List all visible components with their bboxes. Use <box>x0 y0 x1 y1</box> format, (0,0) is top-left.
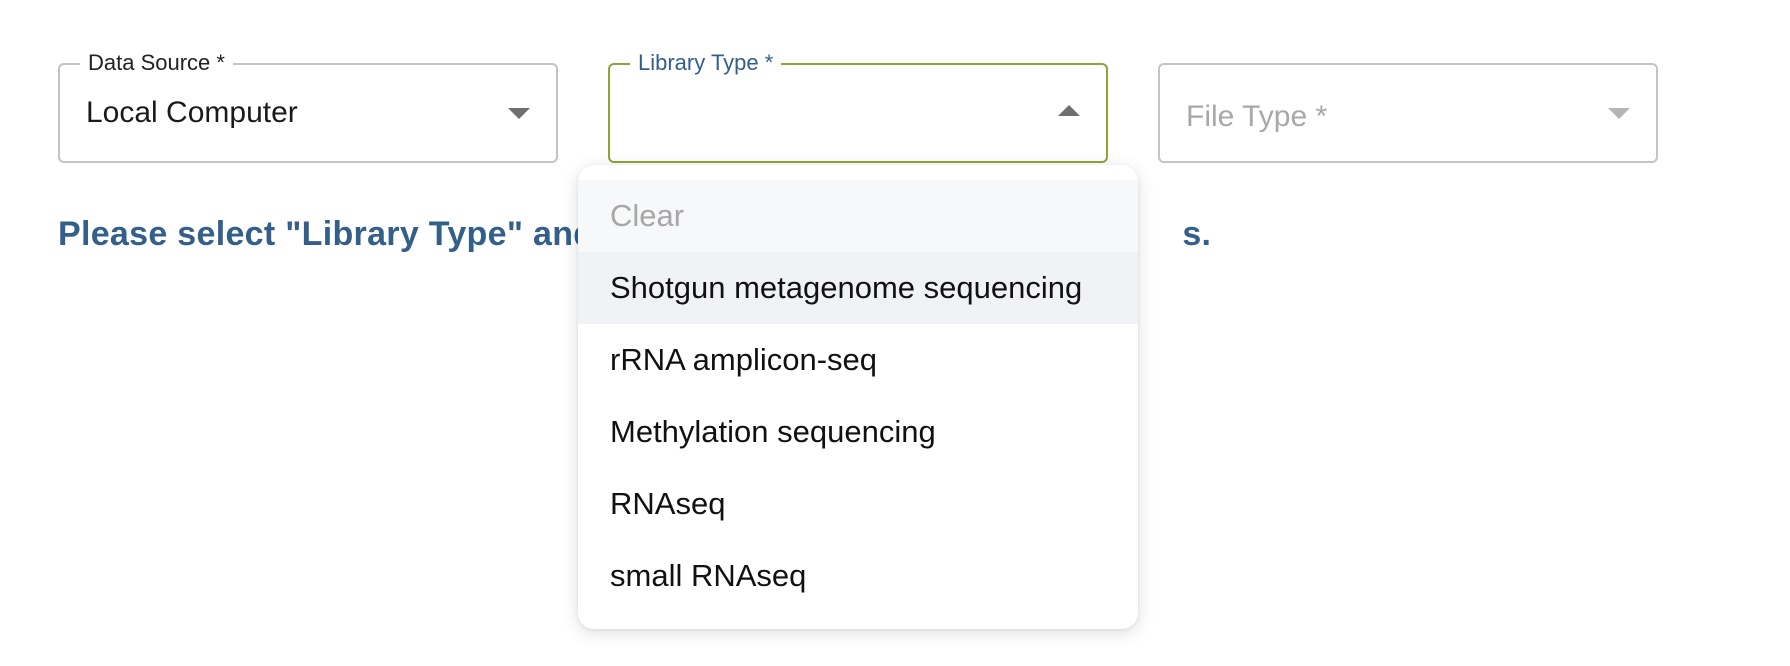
chevron-down-icon[interactable] <box>1608 108 1630 119</box>
dropdown-clear-option[interactable]: Clear <box>578 180 1138 252</box>
dropdown-option-methylation[interactable]: Methylation sequencing <box>578 396 1138 468</box>
chevron-down-icon[interactable] <box>508 108 530 119</box>
library-type-dropdown: Clear Shotgun metagenome sequencing rRNA… <box>578 165 1138 629</box>
hint-text-right: s. <box>1182 215 1212 253</box>
data-source-select[interactable]: Data Source * Local Computer <box>58 50 558 163</box>
library-type-select[interactable]: Library Type * <box>608 50 1108 163</box>
dropdown-option-small-rnaseq[interactable]: small RNAseq <box>578 540 1138 612</box>
dropdown-option-rnaseq[interactable]: RNAseq <box>578 468 1138 540</box>
file-type-select[interactable]: File Type * <box>1158 63 1658 163</box>
chevron-up-icon[interactable] <box>1058 105 1080 116</box>
file-type-placeholder: File Type * <box>1186 100 1328 133</box>
dropdown-option-rrna-amplicon[interactable]: rRNA amplicon-seq <box>578 324 1138 396</box>
data-source-value: Local Computer <box>86 96 298 129</box>
data-source-label: Data Source * <box>80 50 233 76</box>
upload-form: Data Source * Local Computer Library Typ… <box>0 0 1790 666</box>
library-type-label: Library Type * <box>630 50 782 76</box>
hint-text-left: Please select "Library Type" and <box>58 215 595 253</box>
dropdown-option-shotgun[interactable]: Shotgun metagenome sequencing <box>578 252 1138 324</box>
